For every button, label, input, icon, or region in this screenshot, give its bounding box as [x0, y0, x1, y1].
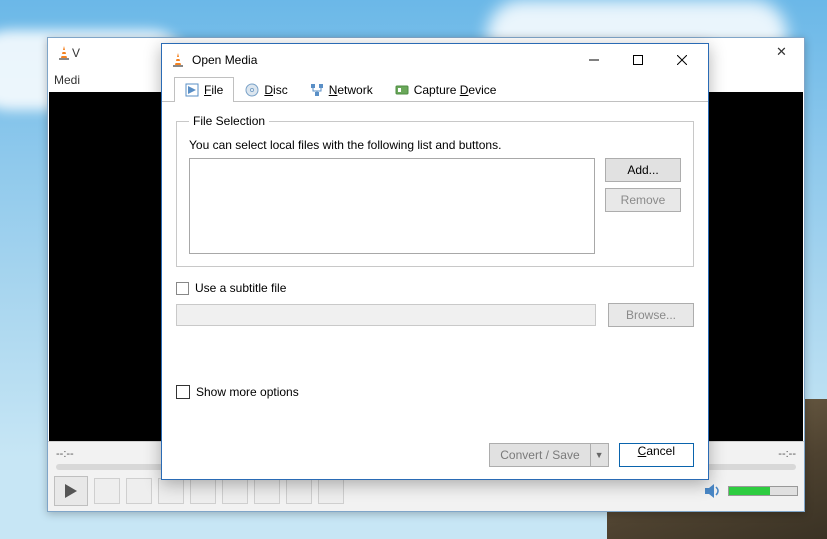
control-row [54, 476, 798, 506]
show-more-options-checkbox[interactable]: Show more options [176, 385, 299, 399]
tab-file[interactable]: File [174, 77, 234, 101]
play-button[interactable] [54, 476, 88, 506]
tab-disc-label: Disc [264, 83, 287, 97]
network-icon [310, 83, 324, 97]
convert-save-button[interactable]: Convert / Save [489, 443, 590, 467]
file-side-buttons: Add... Remove [605, 158, 681, 254]
tab-capture-device[interactable]: Capture Device [384, 77, 508, 101]
checkbox-box [176, 282, 189, 295]
add-button-label: Add... [627, 163, 658, 177]
add-button[interactable]: Add... [605, 158, 681, 182]
volume-icon[interactable] [704, 482, 722, 500]
minimize-icon [589, 55, 599, 65]
loop-button[interactable] [286, 478, 312, 504]
browse-button-label: Browse... [626, 308, 676, 322]
checkbox-box [176, 385, 190, 399]
capture-icon [395, 83, 409, 97]
time-total: --:-- [778, 448, 796, 460]
stop-button[interactable] [126, 478, 152, 504]
disc-icon [245, 83, 259, 97]
tab-file-label: File [204, 83, 223, 97]
tab-capture-label: Capture Device [414, 83, 497, 97]
convert-save-split-button[interactable]: Convert / Save ▼ [489, 443, 608, 467]
menu-item-media[interactable]: Medi [54, 73, 80, 87]
use-subtitle-label: Use a subtitle file [195, 281, 286, 295]
tab-network[interactable]: Network [299, 77, 384, 101]
chevron-down-icon: ▼ [595, 450, 604, 460]
vlc-title-text: V [72, 46, 80, 60]
browse-button[interactable]: Browse... [608, 303, 694, 327]
prev-button[interactable] [94, 478, 120, 504]
convert-save-label: Convert / Save [500, 448, 579, 462]
dialog-body: File Selection You can select local file… [162, 102, 708, 439]
subtitle-row: Browse... [176, 303, 694, 327]
dialog-footer: Convert / Save ▼ Cancel [162, 439, 708, 479]
window-buttons [572, 46, 704, 74]
desktop-wallpaper: V ✕ Medi --:-- --:-- [0, 0, 827, 539]
tab-network-label: Network [329, 83, 373, 97]
remove-button-label: Remove [621, 193, 666, 207]
dialog-title: Open Media [192, 53, 257, 67]
file-icon [185, 83, 199, 97]
volume-slider[interactable] [728, 486, 798, 496]
tab-strip: File Disc Network Capture Device [162, 76, 708, 102]
fullscreen-button[interactable] [190, 478, 216, 504]
next-button[interactable] [158, 478, 184, 504]
subtitle-path-field [176, 304, 596, 326]
dialog-titlebar[interactable]: Open Media [162, 44, 708, 76]
file-selection-help: You can select local files with the foll… [189, 138, 681, 152]
open-media-dialog: Open Media File Disc [161, 43, 709, 480]
vlc-cone-icon [170, 52, 186, 68]
time-elapsed: --:-- [56, 448, 74, 460]
maximize-icon [633, 55, 643, 65]
shuffle-button[interactable] [318, 478, 344, 504]
close-icon: ✕ [776, 44, 787, 60]
close-button[interactable] [660, 46, 704, 74]
cancel-label: Cancel [638, 444, 675, 458]
vlc-cone-icon [56, 45, 72, 61]
play-icon [65, 484, 77, 498]
file-list[interactable] [189, 158, 595, 254]
minimize-button[interactable] [572, 46, 616, 74]
maximize-button[interactable] [616, 46, 660, 74]
close-icon [677, 55, 687, 65]
tab-disc[interactable]: Disc [234, 77, 298, 101]
vlc-close-button[interactable]: ✕ [759, 38, 804, 66]
file-selection-legend: File Selection [189, 114, 269, 128]
remove-button[interactable]: Remove [605, 188, 681, 212]
file-selection-group: File Selection You can select local file… [176, 114, 694, 267]
playlist-button[interactable] [254, 478, 280, 504]
cancel-button[interactable]: Cancel [619, 443, 694, 467]
extended-button[interactable] [222, 478, 248, 504]
use-subtitle-checkbox[interactable]: Use a subtitle file [176, 281, 694, 295]
convert-save-dropdown[interactable]: ▼ [591, 443, 609, 467]
show-more-label: Show more options [196, 385, 299, 399]
